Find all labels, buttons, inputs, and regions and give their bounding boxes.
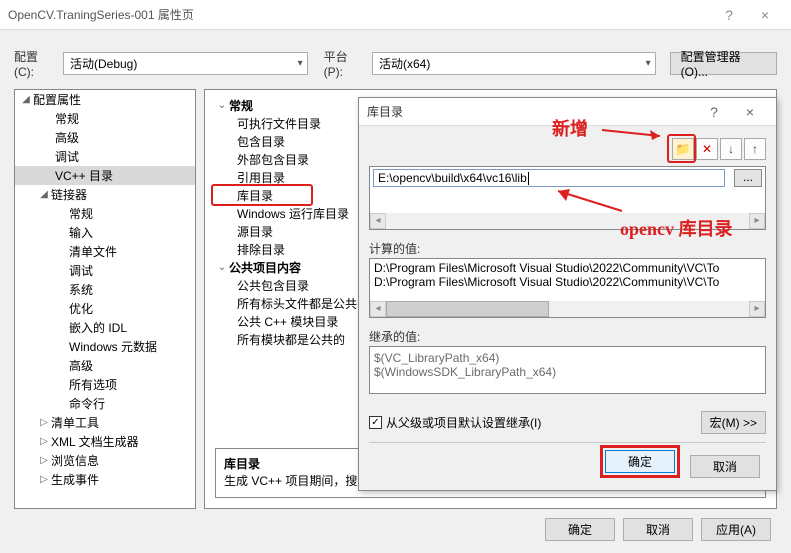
tree-item[interactable]: 系统: [15, 280, 195, 299]
divider: [369, 442, 766, 443]
chevron-down-icon: ▾: [298, 58, 303, 69]
scroll-right-icon[interactable]: ▸: [749, 301, 765, 317]
scroll-track[interactable]: [386, 213, 749, 229]
config-combo[interactable]: 活动(Debug) ▾: [63, 52, 308, 75]
calc-line: D:\Program Files\Microsoft Visual Studio…: [374, 275, 761, 289]
tree-item[interactable]: ▷XML 文档生成器: [15, 432, 195, 451]
tree-root[interactable]: ◢配置属性: [15, 90, 195, 109]
h-scrollbar[interactable]: ◂ ▸: [370, 301, 765, 317]
text-cursor: [528, 172, 529, 185]
tree-item[interactable]: 高级: [15, 356, 195, 375]
tree-item[interactable]: 高级: [15, 128, 195, 147]
tree-item-vcdirs[interactable]: VC++ 目录: [15, 166, 195, 185]
toolbar: 📁 ✕ ↓ ↑: [672, 138, 766, 160]
annotation-highlight: 确定: [600, 445, 680, 478]
ok-button[interactable]: 确定: [545, 518, 615, 541]
tree-item[interactable]: ▷清单工具: [15, 413, 195, 432]
modal-titlebar: 库目录 ? ×: [359, 98, 776, 126]
triangle-down-icon: ◢: [37, 189, 51, 200]
triangle-right-icon: ▷: [37, 436, 51, 447]
path-input[interactable]: E:\opencv\build\x64\vc16\lib: [373, 169, 725, 187]
nav-tree[interactable]: ◢配置属性 常规 高级 调试 VC++ 目录 ◢链接器 常规 输入 清单文件 调…: [14, 89, 196, 509]
platform-combo[interactable]: 活动(x64) ▾: [372, 52, 656, 75]
config-manager-button[interactable]: 配置管理器(O)...: [670, 52, 777, 75]
scroll-track[interactable]: [386, 301, 749, 317]
arrow-down-icon: ↓: [728, 142, 734, 156]
tree-item[interactable]: 常规: [15, 204, 195, 223]
tree-item[interactable]: 清单文件: [15, 242, 195, 261]
new-folder-icon: 📁: [676, 142, 691, 156]
help-button[interactable]: ?: [696, 104, 732, 120]
cancel-button[interactable]: 取消: [690, 455, 760, 478]
h-scrollbar[interactable]: ◂ ▸: [370, 213, 765, 229]
tree-item[interactable]: 输入: [15, 223, 195, 242]
tree-item[interactable]: 命令行: [15, 394, 195, 413]
chevron-down-icon: ▾: [646, 58, 651, 69]
config-label: 配置(C):: [14, 48, 57, 79]
inherit-label: 继承的值:: [369, 328, 420, 345]
titlebar: OpenCV.TraningSeries-001 属性页 ? ×: [0, 0, 791, 30]
modal-title: 库目录: [367, 103, 696, 120]
apply-button[interactable]: 应用(A): [701, 518, 771, 541]
platform-label: 平台(P):: [324, 48, 366, 79]
calc-values: D:\Program Files\Microsoft Visual Studio…: [369, 258, 766, 318]
tree-item[interactable]: 所有选项: [15, 375, 195, 394]
platform-value: 活动(x64): [379, 55, 430, 72]
tree-item[interactable]: 常规: [15, 109, 195, 128]
triangle-down-icon: ◢: [19, 94, 33, 105]
chevron-down-icon: ⌄: [215, 100, 229, 111]
desc-title: 库目录: [224, 457, 260, 471]
move-up-button[interactable]: ↑: [744, 138, 766, 160]
path-list[interactable]: E:\opencv\build\x64\vc16\lib ... ◂ ▸: [369, 166, 766, 230]
browse-button[interactable]: ...: [734, 169, 762, 187]
path-value: E:\opencv\build\x64\vc16\lib: [378, 171, 527, 185]
tree-linker[interactable]: ◢链接器: [15, 185, 195, 204]
inherit-line: $(WindowsSDK_LibraryPath_x64): [374, 365, 761, 379]
inherit-checkbox[interactable]: ✓ 从父级或项目默认设置继承(I): [369, 414, 541, 431]
close-button[interactable]: ×: [732, 104, 768, 120]
delete-icon: ✕: [702, 142, 712, 156]
scroll-left-icon[interactable]: ◂: [370, 213, 386, 229]
cancel-button[interactable]: 取消: [623, 518, 693, 541]
tree-item[interactable]: ▷浏览信息: [15, 451, 195, 470]
tree-item[interactable]: 嵌入的 IDL: [15, 318, 195, 337]
tree-item[interactable]: 调试: [15, 147, 195, 166]
tree-item[interactable]: Windows 元数据: [15, 337, 195, 356]
calc-line: D:\Program Files\Microsoft Visual Studio…: [374, 261, 761, 275]
dialog-footer: 确定 取消 应用(A): [545, 518, 771, 541]
window-title: OpenCV.TraningSeries-001 属性页: [8, 6, 711, 23]
triangle-right-icon: ▷: [37, 417, 51, 428]
inherit-line: $(VC_LibraryPath_x64): [374, 351, 761, 365]
config-row: 配置(C): 活动(Debug) ▾ 平台(P): 活动(x64) ▾ 配置管理…: [0, 30, 791, 89]
triangle-right-icon: ▷: [37, 455, 51, 466]
help-button[interactable]: ?: [711, 7, 747, 23]
inherit-values: $(VC_LibraryPath_x64) $(WindowsSDK_Libra…: [369, 346, 766, 394]
scroll-left-icon[interactable]: ◂: [370, 301, 386, 317]
desc-body: 生成 VC++ 项目期间，搜索: [224, 474, 369, 488]
tree-item[interactable]: ▷生成事件: [15, 470, 195, 489]
tree-item[interactable]: 优化: [15, 299, 195, 318]
lib-dirs-dialog: 库目录 ? × 📁 ✕ ↓ ↑ E:\opencv\build\x64\vc16…: [358, 97, 777, 491]
macro-button[interactable]: 宏(M) >>: [701, 411, 766, 434]
scroll-right-icon[interactable]: ▸: [749, 213, 765, 229]
arrow-up-icon: ↑: [752, 142, 758, 156]
tree-item[interactable]: 调试: [15, 261, 195, 280]
move-down-button[interactable]: ↓: [720, 138, 742, 160]
triangle-right-icon: ▷: [37, 474, 51, 485]
chevron-down-icon: ⌄: [215, 262, 229, 273]
new-line-button[interactable]: 📁: [672, 138, 694, 160]
delete-button[interactable]: ✕: [696, 138, 718, 160]
config-value: 活动(Debug): [70, 55, 137, 72]
calc-label: 计算的值:: [369, 240, 420, 257]
checkbox-label: 从父级或项目默认设置继承(I): [386, 414, 541, 431]
checkbox-icon: ✓: [369, 416, 382, 429]
ok-button[interactable]: 确定: [605, 450, 675, 473]
close-button[interactable]: ×: [747, 7, 783, 23]
